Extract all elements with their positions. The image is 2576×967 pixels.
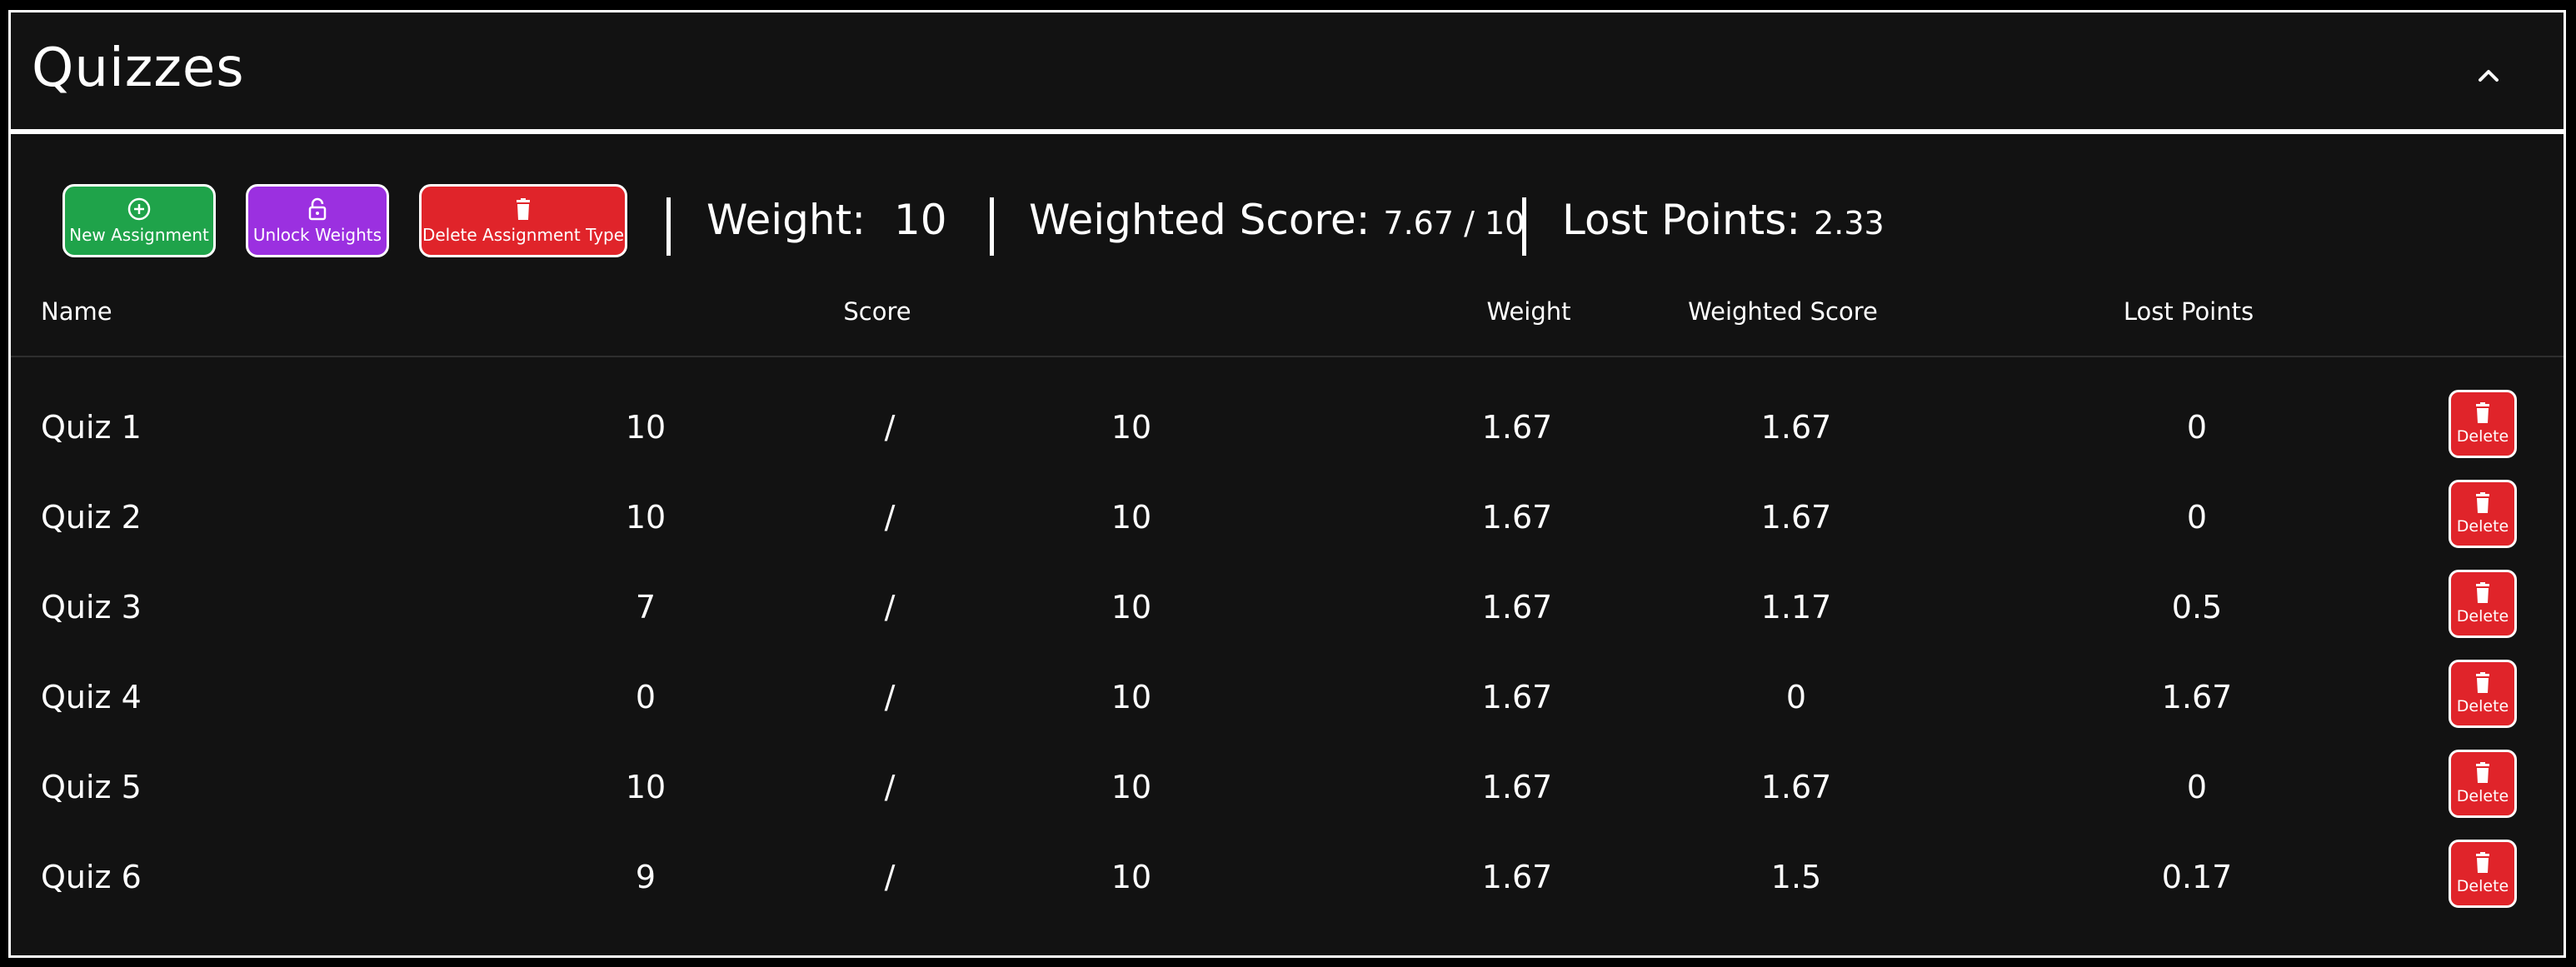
weighted-score-value: 1.67	[1760, 409, 1832, 446]
table-row: Quiz 2 10 / 10 1.67 1.67 0 Delete	[11, 476, 2564, 566]
section-header: Quizzes	[11, 12, 2564, 134]
lost-points-value: 1.67	[2161, 679, 2233, 715]
score-total[interactable]: 10	[1111, 679, 1151, 715]
trash-icon	[2476, 492, 2489, 513]
score-value[interactable]: 10	[626, 499, 666, 536]
weight-value[interactable]: 1.67	[1482, 859, 1553, 895]
delete-assignment-type-label: Delete Assignment Type	[422, 225, 625, 245]
delete-assignment-type-button[interactable]: Delete Assignment Type	[419, 184, 627, 257]
delete-label: Delete	[2456, 517, 2509, 536]
delete-button[interactable]: Delete	[2449, 660, 2517, 728]
assignment-name: Quiz 4	[41, 679, 142, 715]
assignment-name: Quiz 6	[41, 859, 142, 895]
table-row: Quiz 6 9 / 10 1.67 1.5 0.17 Delete	[11, 835, 2564, 925]
delete-button[interactable]: Delete	[2449, 570, 2517, 638]
delete-button[interactable]: Delete	[2449, 480, 2517, 548]
score-separator: /	[884, 679, 896, 715]
weighted-score-label: Weighted Score:	[1029, 196, 1370, 244]
score-value[interactable]: 10	[626, 409, 666, 446]
weight-value[interactable]: 1.67	[1482, 499, 1553, 536]
quizzes-panel: Quizzes New Assignment Unlock Weights De…	[8, 10, 2566, 958]
score-separator: /	[884, 769, 896, 805]
weighted-score-value: 7.67 / 10	[1383, 205, 1525, 242]
divider	[1522, 197, 1526, 256]
weighted-score-value: 1.17	[1760, 589, 1832, 626]
score-total[interactable]: 10	[1111, 499, 1151, 536]
lost-points-value: 0.5	[2171, 589, 2223, 626]
weighted-score-stat: Weighted Score: 7.67 / 10	[1029, 196, 1525, 244]
column-weighted-score: Weighted Score	[1688, 297, 1878, 326]
weight-value: 10	[893, 196, 947, 244]
new-assignment-label: New Assignment	[69, 225, 209, 245]
weighted-score-value: 1.67	[1760, 769, 1832, 805]
trash-icon	[517, 198, 530, 220]
chevron-up-icon	[2479, 70, 2499, 82]
lost-points-label: Lost Points:	[1562, 196, 1801, 244]
delete-label: Delete	[2456, 787, 2509, 805]
weight-value[interactable]: 1.67	[1482, 679, 1553, 715]
score-separator: /	[884, 589, 896, 626]
weighted-score-value: 1.5	[1770, 859, 1822, 895]
table-row: Quiz 3 7 / 10 1.67 1.17 0.5 Delete	[11, 566, 2564, 655]
table-row: Quiz 5 10 / 10 1.67 1.67 0 Delete	[11, 745, 2564, 835]
table-header: Name Score Weight Weighted Score Lost Po…	[11, 287, 2564, 357]
score-value[interactable]: 10	[626, 769, 666, 805]
divider	[990, 197, 994, 256]
score-total[interactable]: 10	[1111, 769, 1151, 805]
assignment-name: Quiz 5	[41, 769, 142, 805]
unlock-icon	[308, 197, 327, 221]
weighted-score-value: 0	[1785, 679, 1807, 715]
plus-circle-icon	[127, 197, 151, 221]
score-value[interactable]: 0	[636, 679, 656, 715]
column-score: Score	[843, 297, 911, 326]
lost-points-stat: Lost Points: 2.33	[1562, 196, 1885, 244]
delete-label: Delete	[2456, 877, 2509, 895]
delete-label: Delete	[2456, 697, 2509, 715]
assignment-name: Quiz 2	[41, 499, 142, 536]
weight-label: Weight:	[706, 196, 866, 244]
lost-points-value: 0.17	[2161, 859, 2233, 895]
trash-icon	[2476, 582, 2489, 603]
table-row: Quiz 1 10 / 10 1.67 1.67 0 Delete	[11, 386, 2564, 476]
weight-value[interactable]: 1.67	[1482, 769, 1553, 805]
unlock-weights-button[interactable]: Unlock Weights	[246, 184, 389, 257]
trash-icon	[2476, 402, 2489, 423]
weight-value[interactable]: 1.67	[1482, 589, 1553, 626]
delete-button[interactable]: Delete	[2449, 390, 2517, 458]
score-separator: /	[884, 499, 896, 536]
delete-label: Delete	[2456, 427, 2509, 446]
lost-points-value: 2.33	[1814, 205, 1885, 242]
delete-button[interactable]: Delete	[2449, 750, 2517, 818]
delete-button[interactable]: Delete	[2449, 840, 2517, 908]
column-weight: Weight	[1486, 297, 1571, 326]
lost-points-value: 0	[2186, 409, 2208, 446]
lost-points-value: 0	[2186, 769, 2208, 805]
section-title: Quizzes	[32, 37, 245, 99]
score-total[interactable]: 10	[1111, 409, 1151, 446]
assignment-name: Quiz 1	[41, 409, 142, 446]
trash-icon	[2476, 672, 2489, 693]
weight-stat: Weight: 10	[706, 196, 947, 244]
column-name: Name	[41, 297, 112, 326]
score-separator: /	[884, 409, 896, 446]
unlock-weights-label: Unlock Weights	[252, 225, 382, 245]
score-total[interactable]: 10	[1111, 859, 1151, 895]
column-lost-points: Lost Points	[2123, 297, 2254, 326]
collapse-button[interactable]	[2472, 58, 2505, 92]
toolbar: New Assignment Unlock Weights Delete Ass…	[11, 132, 2564, 274]
assignment-name: Quiz 3	[41, 589, 142, 626]
weight-value[interactable]: 1.67	[1482, 409, 1553, 446]
new-assignment-button[interactable]: New Assignment	[62, 184, 216, 257]
table-row: Quiz 4 0 / 10 1.67 0 1.67 Delete	[11, 655, 2564, 745]
divider	[666, 197, 671, 256]
trash-icon	[2476, 762, 2489, 783]
score-value[interactable]: 9	[636, 859, 656, 895]
score-value[interactable]: 7	[636, 589, 656, 626]
trash-icon	[2476, 852, 2489, 873]
delete-label: Delete	[2456, 607, 2509, 626]
weighted-score-value: 1.67	[1760, 499, 1832, 536]
score-separator: /	[884, 859, 896, 895]
lost-points-value: 0	[2186, 499, 2208, 536]
score-total[interactable]: 10	[1111, 589, 1151, 626]
